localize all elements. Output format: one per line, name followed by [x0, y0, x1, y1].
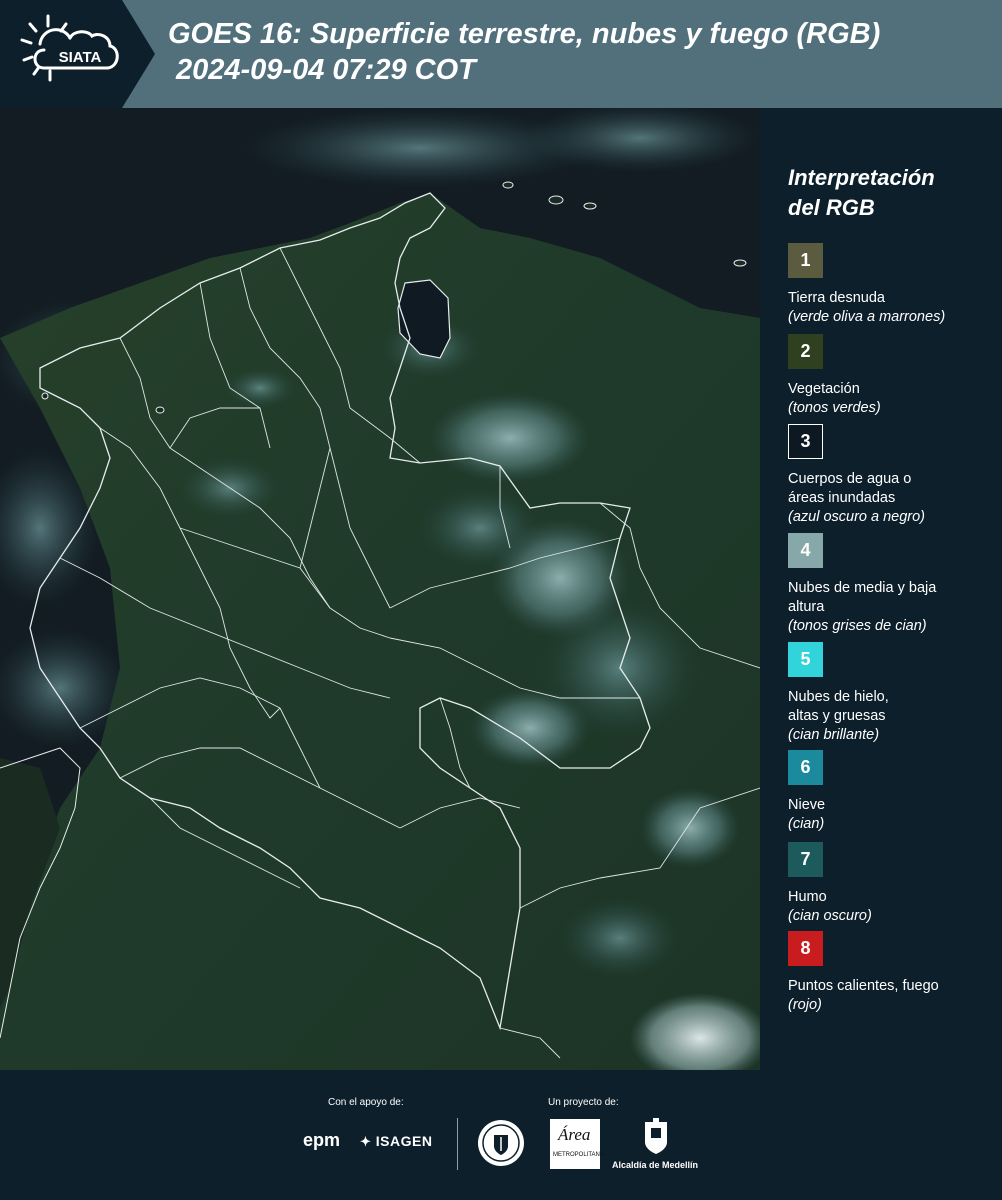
legend-item-label: Nubes de media y baja altura — [788, 580, 937, 615]
legend-item-label: Humo — [788, 889, 827, 905]
legend-item-fire: 8 Puntos calientes, fuego (rojo) — [788, 931, 998, 1015]
footer-divider — [457, 1118, 458, 1170]
support-label: Con el apoyo de: — [328, 1097, 404, 1108]
isagen-logo: ✦ ISAGEN — [360, 1133, 432, 1150]
legend-swatch: 6 — [788, 750, 823, 785]
epm-logo-text: epm — [303, 1130, 341, 1150]
legend-item-hint: (verde oliva a marrones) — [788, 309, 946, 325]
project-label: Un proyecto de: — [548, 1097, 619, 1108]
medellin-logo-text: Alcaldía de Medellín — [612, 1160, 699, 1170]
legend-item-label: Puntos calientes, fuego — [788, 978, 939, 994]
logo-text: SIATA — [59, 49, 102, 66]
legend-item-vegetation: 2 Vegetación (tonos verdes) — [788, 334, 998, 418]
legend-title-line-2: del RGB — [788, 195, 875, 220]
legend-item-hint: (cian brillante) — [788, 727, 880, 743]
title-line-1: GOES 16: Superficie terrestre, nubes y f… — [168, 18, 881, 50]
legend-item-label: Vegetación — [788, 381, 860, 397]
legend-item-hint: (tonos grises de cian) — [788, 618, 927, 634]
siata-logo: SIATA — [0, 0, 155, 108]
legend-item-mid-low-clouds: 4 Nubes de media y baja altura (tonos gr… — [788, 533, 998, 636]
legend-item-snow: 6 Nieve (cian) — [788, 750, 998, 834]
legend-item-bare-soil: 1 Tierra desnuda (verde oliva a marrones… — [788, 243, 998, 327]
legend-item-hint: (azul oscuro a negro) — [788, 509, 926, 525]
legend-swatch: 2 — [788, 334, 823, 369]
legend-item-hint: (cian) — [788, 816, 825, 832]
legend-title: Interpretación del RGB — [788, 163, 935, 223]
legend-item-hint: (tonos verdes) — [788, 400, 881, 416]
footer: Con el apoyo de: Un proyecto de: epm ✦ I… — [0, 1070, 1002, 1200]
legend-item-smoke: 7 Humo (cian oscuro) — [788, 842, 998, 926]
legend-swatch: 8 — [788, 931, 823, 966]
isagen-logo-text: ISAGEN — [375, 1133, 433, 1149]
legend-swatch: 1 — [788, 243, 823, 278]
area-logo-text: Área — [558, 1125, 591, 1144]
title-line-2: 2024-09-04 07:29 COT — [176, 54, 476, 86]
legend-swatch: 4 — [788, 533, 823, 568]
legend-item-label: Cuerpos de agua o áreas inundadas — [788, 471, 912, 506]
legend-panel: Interpretación del RGB 1 Tierra desnuda … — [760, 108, 1002, 1070]
page-title: GOES 16: Superficie terrestre, nubes y f… — [168, 16, 880, 88]
university-seal-icon — [478, 1120, 524, 1166]
satellite-map[interactable] — [0, 108, 760, 1070]
legend-swatch: 5 — [788, 642, 823, 677]
epm-logo: epm — [303, 1130, 340, 1151]
legend-item-label: Nubes de hielo, altas y gruesas — [788, 689, 889, 724]
legend-item-label: Nieve — [788, 797, 826, 813]
legend-item-hint: (cian oscuro) — [788, 908, 872, 924]
legend-item-hint: (rojo) — [788, 997, 822, 1013]
medellin-shield-icon — [645, 1118, 667, 1154]
isagen-star-icon: ✦ — [360, 1134, 372, 1149]
legend-swatch: 7 — [788, 842, 823, 877]
legend-swatch: 3 — [788, 424, 823, 459]
legend-item-ice-clouds: 5 Nubes de hielo, altas y gruesas (cian … — [788, 642, 998, 745]
area-logo-subtext: METROPOLITANA — [553, 1152, 604, 1158]
area-metropolitana-logo: Área METROPOLITANA — [550, 1119, 604, 1169]
legend-item-label: Tierra desnuda — [788, 290, 885, 306]
legend-item-water: 3 Cuerpos de agua o áreas inundadas (azu… — [788, 424, 998, 527]
page: SIATA GOES 16: Superficie terrestre, nub… — [0, 0, 1002, 1200]
legend-title-line-1: Interpretación — [788, 165, 935, 190]
header: SIATA GOES 16: Superficie terrestre, nub… — [0, 0, 1002, 108]
